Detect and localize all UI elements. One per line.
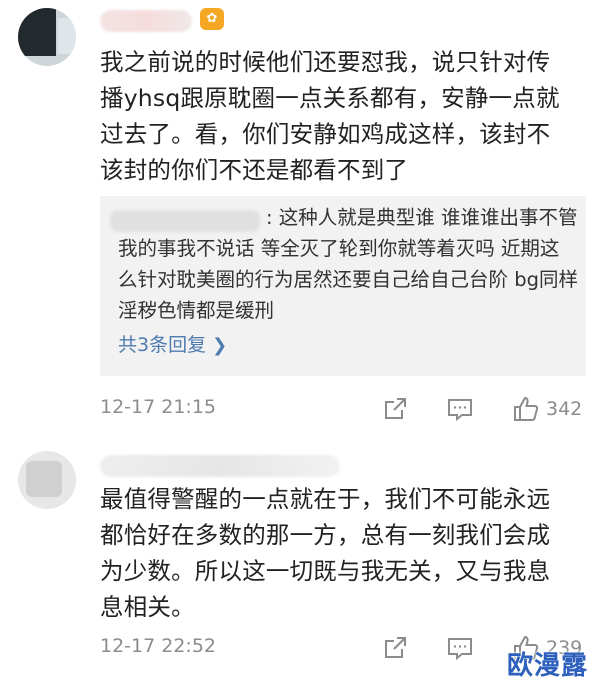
comment-button[interactable]: [446, 392, 474, 426]
comment-button[interactable]: [446, 631, 474, 665]
like-count: 342: [546, 398, 583, 420]
share-button[interactable]: [382, 392, 408, 426]
reply-text: : 这种人就是典型谁 谁谁谁出事不管我的事我不说话 等全灭了轮到你就等着灭吗 近…: [118, 206, 578, 322]
comment-icon: [446, 396, 474, 422]
more-replies-label: 共3条回复: [118, 334, 207, 356]
comment-icon: [446, 635, 474, 661]
more-replies-link[interactable]: 共3条回复 ❯: [118, 330, 227, 357]
comment-footer: 12-17 21:15 342: [100, 392, 586, 426]
comment-item: ✿ 我之前说的时候他们还要怼我，说只针对传播yhsq跟原耽圈一点关系都有，安静一…: [0, 0, 594, 440]
like-icon: [512, 395, 540, 423]
share-button[interactable]: [382, 631, 408, 665]
comment-timestamp: 12-17 21:15: [100, 396, 217, 418]
username-blurred[interactable]: [100, 10, 192, 32]
comment-timestamp: 12-17 22:52: [100, 635, 217, 657]
like-button[interactable]: 342: [512, 392, 582, 426]
share-icon: [382, 396, 408, 422]
watermark: 欧漫露: [506, 651, 588, 681]
comment-text: 最值得警醒的一点就在于，我们不可能永远都恰好在多数的那一方，总有一刻我们会成为少…: [100, 485, 551, 621]
username-blurred[interactable]: [100, 455, 340, 477]
avatar[interactable]: [18, 8, 76, 66]
avatar[interactable]: [18, 451, 76, 509]
comment-text: 我之前说的时候他们还要怼我，说只针对传播yhsq跟原耽圈一点关系都有，安静一点就…: [100, 48, 560, 184]
comment-item: 最值得警醒的一点就在于，我们不可能永远都恰好在多数的那一方，总有一刻我们会成为少…: [0, 445, 594, 690]
vip-badge-icon: ✿: [200, 8, 224, 30]
share-icon: [382, 635, 408, 661]
chevron-right-icon: ❯: [212, 335, 228, 356]
reply-preview[interactable]: : 这种人就是典型谁 谁谁谁出事不管我的事我不说话 等全灭了轮到你就等着灭吗 近…: [100, 196, 586, 376]
